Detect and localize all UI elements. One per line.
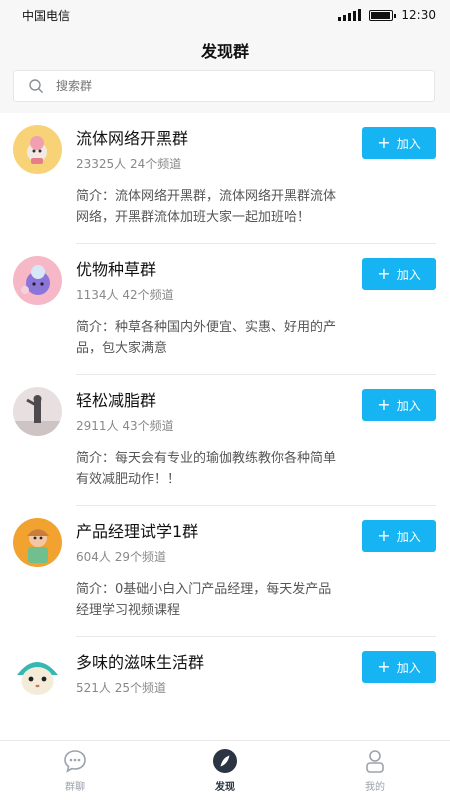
plus-icon: + [377, 133, 391, 152]
search-icon [29, 79, 43, 93]
avatar [13, 387, 62, 436]
tab-label: 群聊 [65, 782, 85, 793]
channel-count: 29个频道 [114, 550, 167, 564]
join-button[interactable]: + 加入 [362, 258, 436, 290]
list-item[interactable]: 优物种草群 1134人 42个频道 简介：种草各种国内外便宜、实惠、好用的产品，… [0, 244, 450, 375]
avatar [13, 256, 62, 305]
join-button[interactable]: + 加入 [362, 127, 436, 159]
battery-icon [369, 9, 397, 21]
list-item[interactable]: 轻松减脂群 2911人 43个频道 简介：每天会有专业的瑜伽教练教你各种简单有效… [0, 375, 450, 506]
list-item[interactable]: 产品经理试学1群 604人 29个频道 简介：0基础小白入门产品经理，每天发产品… [0, 506, 450, 637]
member-count: 1134人 [76, 288, 119, 302]
channel-count: 42个频道 [122, 288, 174, 302]
avatar [13, 518, 62, 567]
chat-bubble-icon [64, 750, 86, 773]
tab-label: 发现 [215, 782, 235, 793]
group-description: 简介：每天会有专业的瑜伽教练教你各种简单有效减肥动作！！ [76, 451, 337, 487]
group-description: 简介：流体网络开黑群，流体网络开黑群流体网络，开黑群流体加班大家一起加班哈！ [76, 189, 337, 225]
search-input[interactable] [54, 78, 358, 94]
member-count: 2911人 [76, 419, 119, 433]
avatar [13, 125, 62, 174]
page-title: 发现群 [200, 42, 249, 61]
clock-label: 12:30 [401, 8, 436, 22]
list-item[interactable]: 流体网络开黑群 23325人 24个频道 简介：流体网络开黑群，流体网络开黑群流… [0, 113, 450, 244]
member-count: 521人 [76, 681, 111, 695]
group-list: 流体网络开黑群 23325人 24个频道 简介：流体网络开黑群，流体网络开黑群流… [0, 113, 450, 740]
tab-mine[interactable]: 我的 [300, 741, 450, 800]
tab-discover[interactable]: 发现 [150, 741, 300, 800]
tab-bar: 群聊 发现 我的 [0, 740, 450, 800]
plus-icon: + [377, 395, 391, 414]
channel-count: 25个频道 [114, 681, 167, 695]
join-label: 加入 [396, 267, 421, 282]
join-label: 加入 [396, 529, 421, 544]
join-button[interactable]: + 加入 [362, 389, 436, 421]
channel-count: 43个频道 [122, 419, 174, 433]
join-button[interactable]: + 加入 [362, 651, 436, 683]
member-count: 23325人 [76, 157, 127, 171]
avatar [13, 649, 62, 698]
join-label: 加入 [396, 136, 421, 151]
group-description: 简介：种草各种国内外便宜、实惠、好用的产品，包大家满意 [76, 320, 337, 356]
join-label: 加入 [396, 660, 421, 675]
tab-label: 我的 [365, 782, 385, 793]
plus-icon: + [377, 526, 391, 545]
group-description: 简介：0基础小白入门产品经理，每天发产品经理学习视频课程 [76, 582, 332, 618]
compass-icon [213, 749, 237, 773]
person-icon [366, 750, 384, 773]
tab-group-chat[interactable]: 群聊 [0, 741, 150, 800]
nav-bar: 发现群 [0, 30, 450, 70]
join-button[interactable]: + 加入 [362, 520, 436, 552]
signal-icon [338, 9, 362, 21]
member-count: 604人 [76, 550, 111, 564]
channel-count: 24个频道 [130, 157, 182, 171]
plus-icon: + [377, 264, 391, 283]
carrier-label: 中国电信 [22, 8, 71, 23]
list-item[interactable]: 多味的滋味生活群 521人 25个频道 + 加入 [0, 637, 450, 712]
search-box[interactable] [13, 70, 435, 102]
join-label: 加入 [396, 398, 421, 413]
status-bar: 中国电信 12:30 [0, 0, 450, 30]
plus-icon: + [377, 657, 391, 676]
